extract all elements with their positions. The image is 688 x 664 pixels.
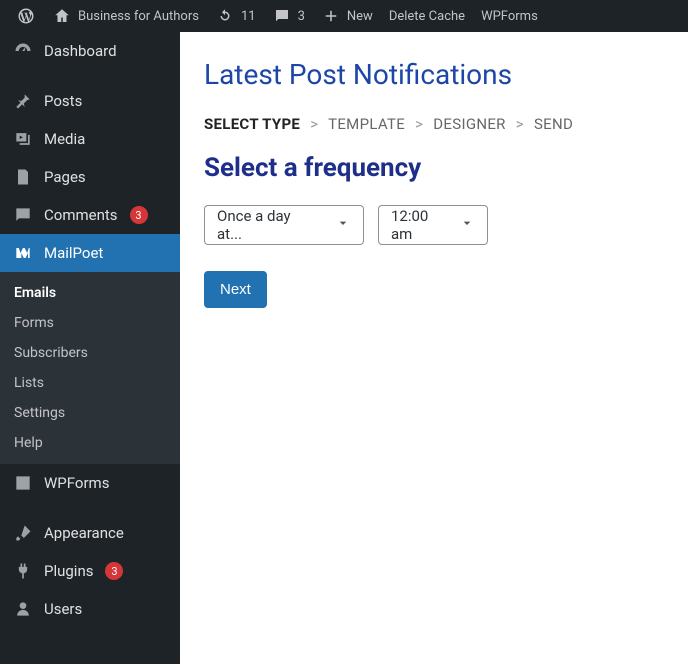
home-icon [52,6,72,26]
sidebar-item-users[interactable]: Users [0,590,180,628]
submenu-label: Forms [14,315,54,331]
form-icon [12,472,34,494]
refresh-icon [215,6,235,26]
submenu-lists[interactable]: Lists [0,368,180,398]
sidebar-item-label: Dashboard [44,42,117,60]
breadcrumb-step-designer[interactable]: DESIGNER [433,115,505,133]
wordpress-icon [16,6,36,26]
media-icon [12,128,34,150]
sidebar-item-label: Plugins [44,562,93,580]
sidebar-item-label: MailPoet [44,244,103,262]
breadcrumb-sep: > [310,115,318,133]
submenu-label: Lists [14,375,44,391]
updates-item[interactable]: 11 [207,0,264,32]
comments-item[interactable]: 3 [264,0,313,32]
pin-icon [12,90,34,112]
breadcrumb-step-template[interactable]: TEMPLATE [328,115,405,133]
time-value: 12:00 am [391,207,441,243]
admin-bar: Business for Authors 11 3 New Delete Cac… [0,0,688,32]
sidebar-item-media[interactable]: Media [0,120,180,158]
mailpoet-icon [12,242,34,264]
user-icon [12,598,34,620]
brush-icon [12,522,34,544]
wizard-breadcrumb: SELECT TYPE > TEMPLATE > DESIGNER > SEND [204,115,664,133]
next-button[interactable]: Next [204,271,267,308]
submenu-subscribers[interactable]: Subscribers [0,338,180,368]
mailpoet-submenu: Emails Forms Subscribers Lists Settings … [0,272,180,464]
breadcrumb-step-select-type[interactable]: SELECT TYPE [204,115,300,133]
submenu-label: Help [14,435,43,451]
sidebar-item-label: Media [44,130,85,148]
sidebar-item-pages[interactable]: Pages [0,158,180,196]
wp-logo[interactable] [8,0,44,32]
new-label: New [347,9,373,24]
site-name: Business for Authors [78,9,199,24]
frequency-controls: Once a day at... 12:00 am [204,205,664,245]
frequency-value: Once a day at... [217,207,317,243]
sidebar-item-posts[interactable]: Posts [0,82,180,120]
submenu-settings[interactable]: Settings [0,398,180,428]
wpforms-adminbar-label: WPForms [481,9,538,24]
delete-cache-item[interactable]: Delete Cache [381,0,473,32]
sidebar-item-wpforms[interactable]: WPForms [0,464,180,502]
submenu-help[interactable]: Help [0,428,180,458]
section-heading: Select a frequency [204,153,664,183]
sidebar-item-appearance[interactable]: Appearance [0,514,180,552]
sidebar-item-dashboard[interactable]: Dashboard [0,32,180,70]
wpforms-adminbar-item[interactable]: WPForms [473,0,546,32]
breadcrumb-sep: > [516,115,524,133]
submenu-label: Emails [14,285,56,301]
breadcrumb-sep: > [415,115,423,133]
admin-sidebar: Dashboard Posts Media Pages Commen [0,32,180,664]
sidebar-item-label: Appearance [44,524,124,542]
site-home[interactable]: Business for Authors [44,0,207,32]
sidebar-item-plugins[interactable]: Plugins 3 [0,552,180,590]
sidebar-item-comments[interactable]: Comments 3 [0,196,180,234]
sidebar-item-label: Posts [44,92,82,110]
pages-icon [12,166,34,188]
sidebar-item-mailpoet[interactable]: MailPoet [0,234,180,272]
page-title: Latest Post Notifications [204,58,664,91]
submenu-forms[interactable]: Forms [0,308,180,338]
breadcrumb-step-send[interactable]: SEND [534,115,573,133]
new-item[interactable]: New [313,0,381,32]
comment-icon [12,204,34,226]
plugins-badge: 3 [105,562,123,580]
chevron-down-icon [459,215,475,235]
sidebar-item-label: Comments [44,206,118,224]
comment-icon [272,6,292,26]
submenu-emails[interactable]: Emails [0,278,180,308]
submenu-label: Settings [14,405,65,421]
submenu-label: Subscribers [14,345,88,361]
frequency-select[interactable]: Once a day at... [204,205,364,245]
plus-icon [321,6,341,26]
chevron-down-icon [335,215,351,235]
updates-count: 11 [241,9,256,24]
comments-count: 3 [298,9,305,24]
comments-badge: 3 [130,206,148,224]
sidebar-item-label: Pages [44,168,86,186]
sidebar-item-label: Users [44,600,82,618]
sidebar-item-label: WPForms [44,474,109,492]
plug-icon [12,560,34,582]
dashboard-icon [12,40,34,62]
time-select[interactable]: 12:00 am [378,205,488,245]
delete-cache-label: Delete Cache [389,9,465,24]
main-content: Latest Post Notifications SELECT TYPE > … [180,32,688,664]
